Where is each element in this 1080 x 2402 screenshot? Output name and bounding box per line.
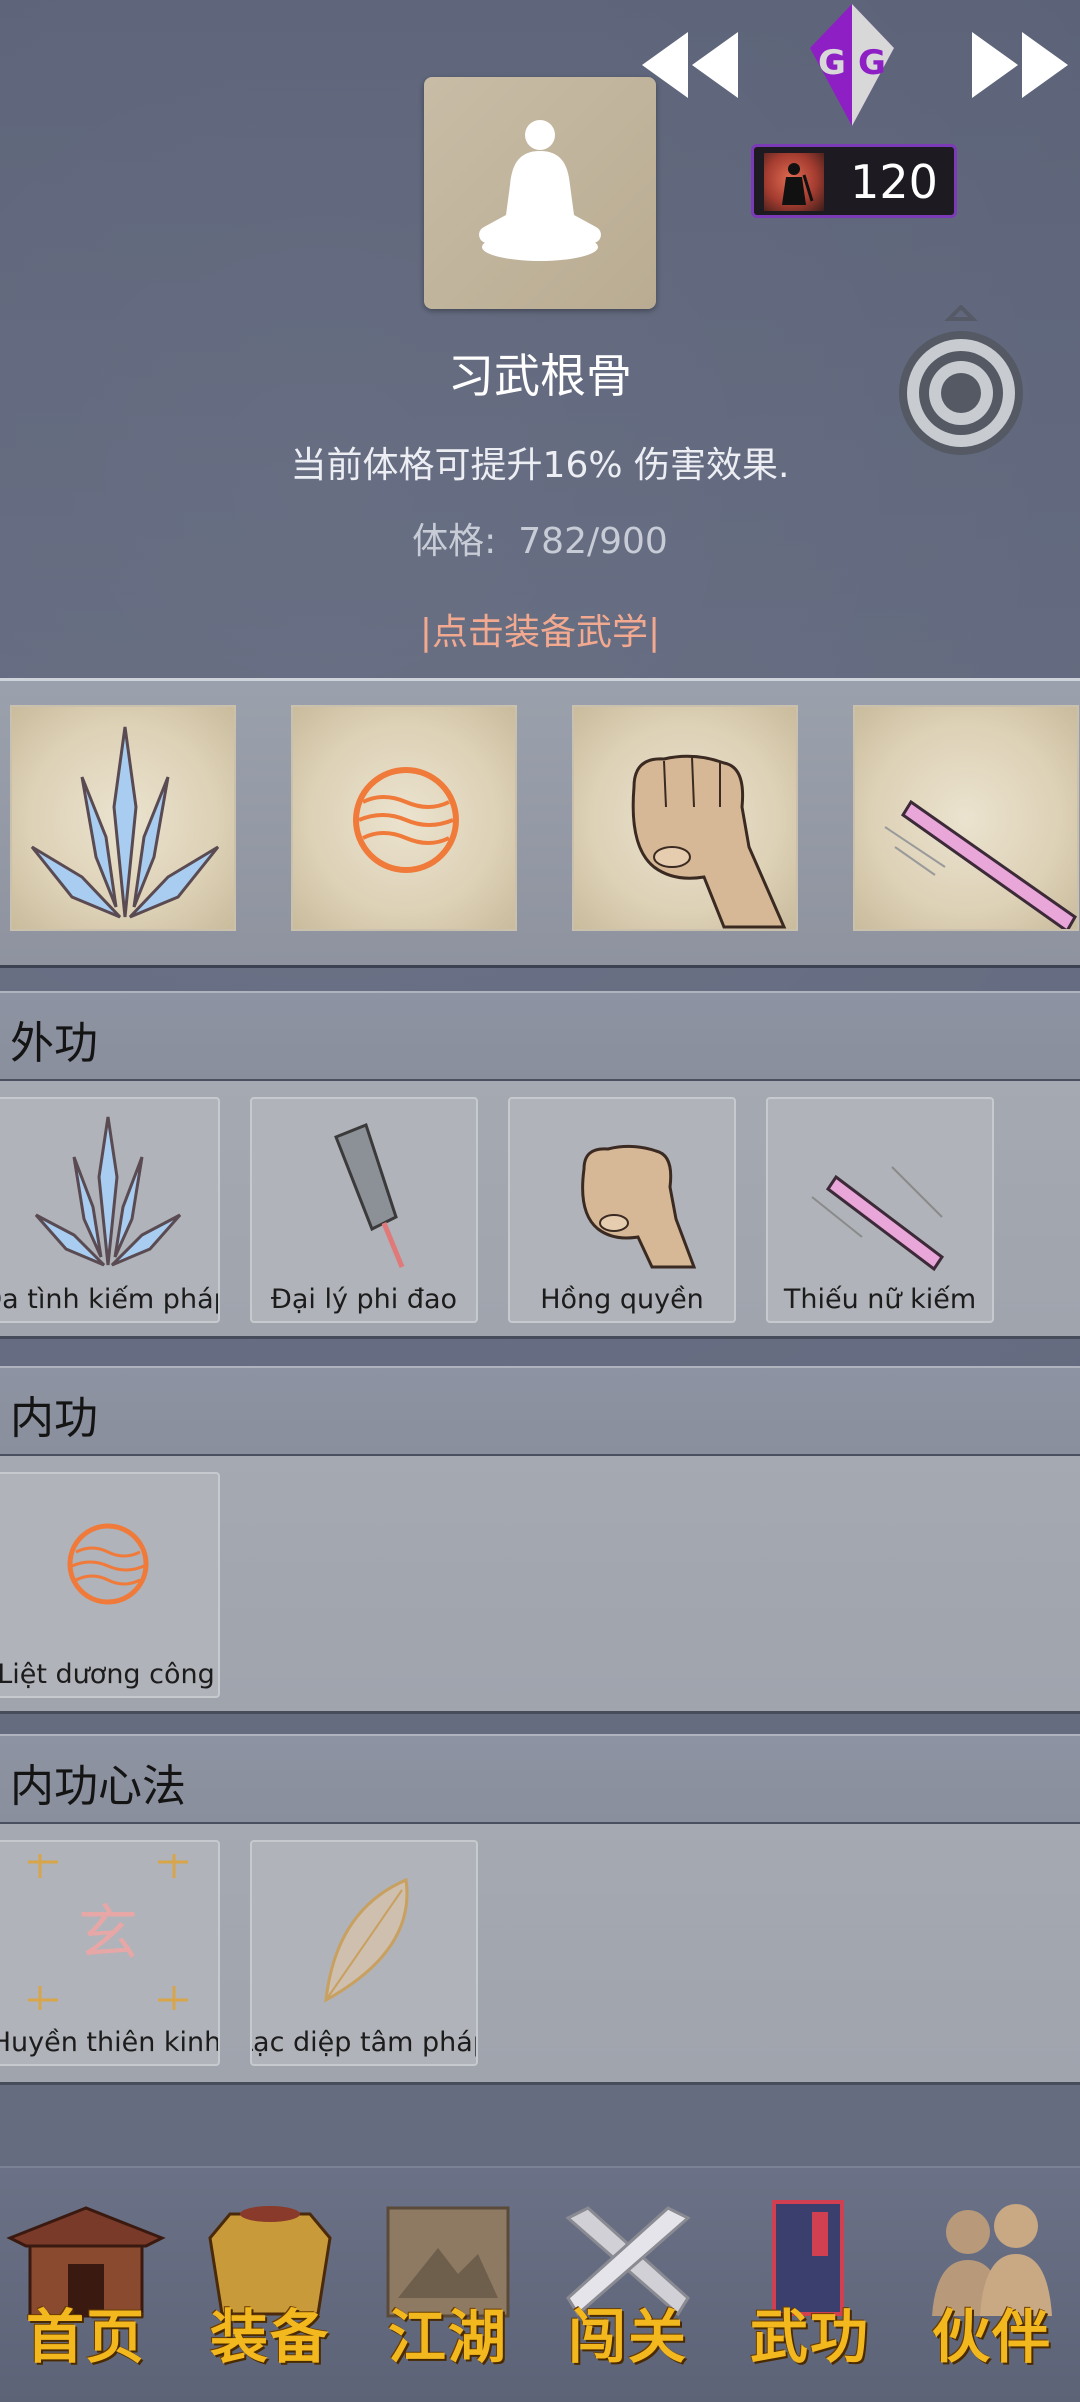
coin-count: 120: [850, 155, 938, 209]
leaf-icon: [324, 1877, 409, 2003]
skill-card[interactable]: Lạc diệp tâm pháp: [250, 1840, 478, 2066]
skill-label: Đa tình kiếm pháp: [0, 1284, 218, 1315]
crystal-sword-icon: [30, 726, 220, 919]
section-title: 内功: [10, 1393, 98, 1444]
target-button[interactable]: [895, 304, 1027, 457]
svg-text:G: G: [818, 43, 846, 83]
nav-label: 闯关: [567, 2303, 688, 2371]
section-header-external: 外功: [0, 991, 1080, 1082]
rewind-icon: [642, 32, 738, 98]
skill-label: Liệt dương công: [0, 1659, 215, 1690]
nav-home[interactable]: 首页: [6, 2198, 166, 2388]
nav-companions[interactable]: 伙伴: [912, 2198, 1072, 2388]
nav-jianghu[interactable]: 江湖: [368, 2198, 528, 2388]
nav-label: 首页: [25, 2303, 146, 2371]
skill-card[interactable]: Hồng quyền: [508, 1097, 736, 1323]
meditation-portrait: [424, 77, 656, 309]
equipped-slot-1[interactable]: [10, 705, 236, 931]
svg-text:玄: 玄: [78, 1899, 138, 1969]
equipped-slot-4[interactable]: [853, 705, 1079, 931]
gg-icon: G G: [810, 4, 894, 126]
gg-logo-button[interactable]: G G: [802, 0, 902, 130]
nav-label: 伙伴: [931, 2303, 1052, 2371]
pink-sword-icon: [811, 1166, 945, 1272]
nav-label: 装备: [209, 2303, 330, 2371]
section-body-mind-method: 玄 Huyền thiên kinh Lạc diệp tâm pháp: [0, 1824, 1080, 2085]
fast-forward-button[interactable]: [966, 30, 1076, 100]
skill-card[interactable]: Liệt dương công: [0, 1472, 220, 1698]
skill-card[interactable]: Đại lý phi đao: [250, 1097, 478, 1323]
equip-skill-link[interactable]: |点击装备武学|: [0, 603, 1080, 655]
skill-label: Đại lý phi đao: [270, 1284, 458, 1315]
skill-label: Thiếu nữ kiếm: [783, 1284, 977, 1315]
fist-icon: [581, 1144, 697, 1269]
cleaver-icon: [334, 1123, 405, 1268]
fire-orb-icon: [353, 767, 459, 873]
nav-label: 江湖: [387, 2303, 508, 2371]
warrior-avatar-icon: [764, 153, 824, 211]
meditation-icon: [479, 120, 601, 261]
section-header-internal: 内功: [0, 1366, 1080, 1457]
skill-label: Lạc diệp tâm pháp: [250, 2027, 478, 2058]
equipped-slot-2[interactable]: [291, 705, 517, 931]
equipped-skills-strip: [0, 678, 1080, 968]
fist-icon: [631, 754, 787, 929]
nav-martial-arts[interactable]: 武功: [730, 2198, 890, 2388]
bottom-navigation: 首页 装备 江湖 闯关 武功 伙伴: [0, 2166, 1080, 2402]
rewind-button[interactable]: [638, 30, 748, 100]
stat-value: 782/900: [518, 521, 668, 562]
section-header-mind-method: 内功心法: [0, 1734, 1080, 1825]
pink-sword-icon: [884, 799, 1077, 929]
coin-counter: 120: [751, 144, 957, 218]
skill-label: Huyền thiên kinh: [0, 2027, 220, 2058]
skill-card[interactable]: 玄 Huyền thiên kinh: [0, 1840, 220, 2066]
equipped-slot-3[interactable]: [572, 705, 798, 931]
section-body-external: Đa tình kiếm pháp Đại lý phi đao Hồng qu…: [0, 1081, 1080, 1339]
fast-forward-icon: [972, 32, 1068, 98]
section-title: 外功: [10, 1018, 98, 1069]
section-title: 内功心法: [10, 1761, 186, 1812]
fire-orb-icon: [67, 1523, 149, 1605]
nav-label: 武功: [749, 2303, 870, 2371]
skill-card[interactable]: Thiếu nữ kiếm: [766, 1097, 994, 1323]
stat-label: 体格:: [412, 521, 497, 562]
skill-card[interactable]: Đa tình kiếm pháp: [0, 1097, 220, 1323]
nav-equipment[interactable]: 装备: [190, 2198, 350, 2388]
svg-text:G: G: [858, 43, 886, 83]
target-icon: [899, 304, 1023, 455]
crystal-sword-icon: [34, 1116, 182, 1267]
constitution-stat: 体格: 782/900: [0, 512, 1080, 564]
nav-challenge[interactable]: 闯关: [548, 2198, 708, 2388]
section-body-internal: Liệt dương công: [0, 1456, 1080, 1714]
skill-label: Hồng quyền: [540, 1284, 704, 1315]
xuan-scroll-icon: 玄: [28, 1854, 188, 2010]
